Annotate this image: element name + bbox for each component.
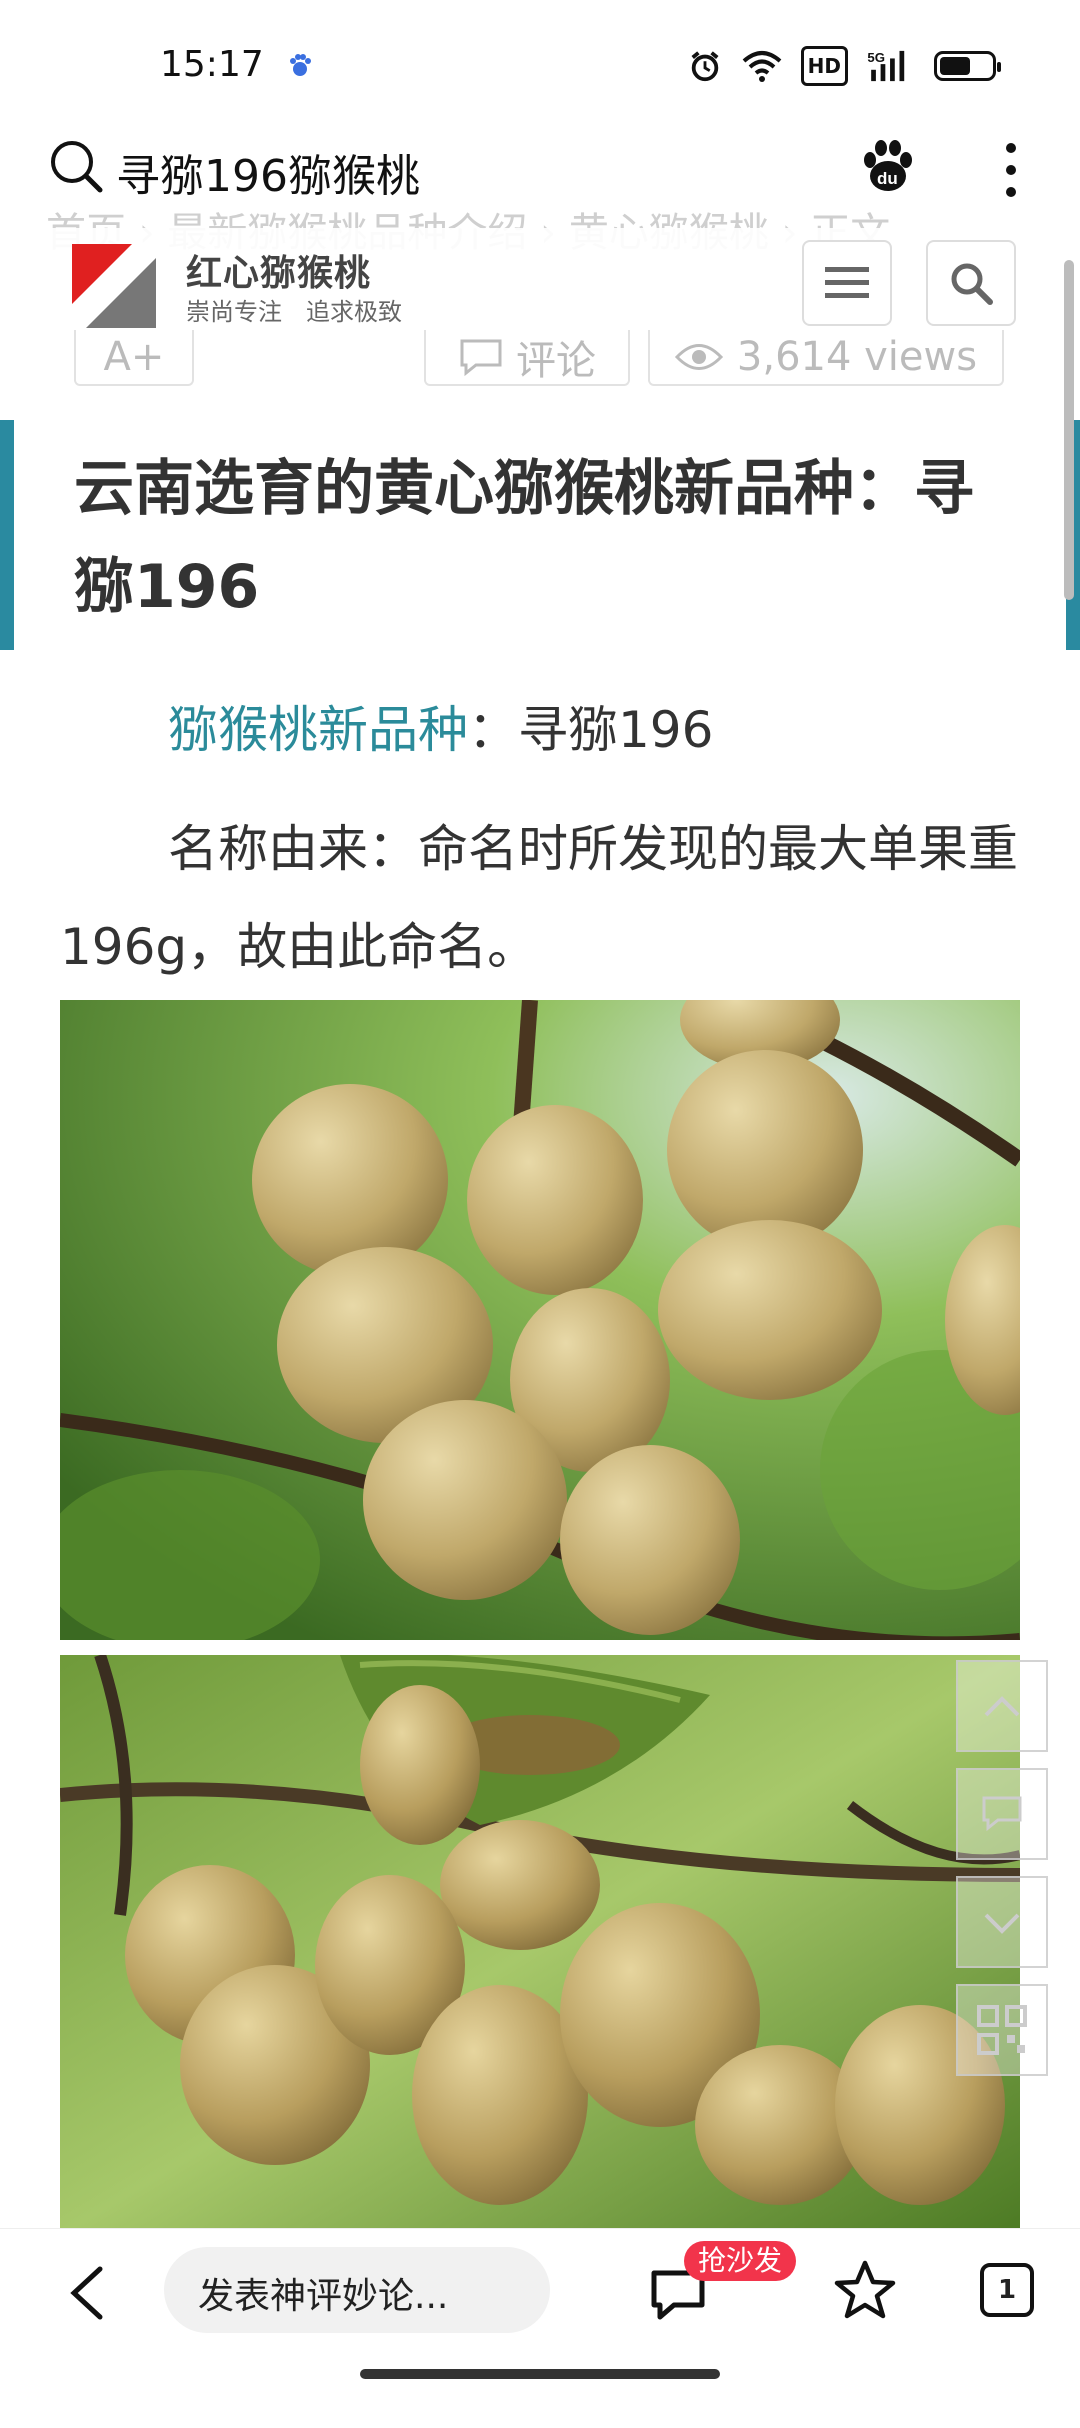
back-icon[interactable] (62, 2263, 112, 2323)
more-vertical-icon[interactable] (994, 140, 1028, 200)
wifi-icon (742, 51, 781, 82)
scroll-bottom-button[interactable] (956, 1876, 1048, 1968)
baidu-paw-icon[interactable]: du (858, 136, 918, 196)
site-search-button[interactable] (926, 240, 1016, 326)
article-paragraph-1: 猕猴桃新品种：寻猕196 (168, 690, 713, 762)
kiwi-photo-2[interactable] (60, 1655, 1020, 2235)
arrow-up-icon (984, 1696, 1020, 1717)
baidu-icon (290, 54, 311, 76)
qrcode-icon (977, 2005, 1027, 2055)
tabs-button[interactable]: 1 (980, 2263, 1034, 2317)
menu-icon (825, 267, 869, 298)
views-count: 3,614 views (648, 330, 1004, 386)
hd-icon: HD (800, 46, 848, 86)
scroll-top-button[interactable] (956, 1660, 1048, 1752)
bottom-nav: 发表神评妙论... 抢沙发 1 (0, 2228, 1080, 2401)
search-query[interactable]: 寻猕196猕猴桃 (116, 140, 420, 204)
arrow-down-icon (984, 1913, 1020, 1934)
article-paragraph-2: 名称由来：命名时所发现的最大单果重196g，故由此命名。 (60, 820, 1018, 976)
comment-placeholder: 发表神评妙论... (198, 2276, 449, 2317)
battery-icon (934, 51, 1001, 81)
signal-icon: 5G (867, 50, 905, 82)
site-slogan: 崇尚专注 追求极致 (186, 298, 402, 326)
page-scrollbar[interactable] (1064, 260, 1074, 600)
comment-badge: 抢沙发 (684, 2241, 797, 2281)
svg-text:du: du (877, 169, 898, 188)
search-icon[interactable] (48, 138, 104, 194)
qrcode-button[interactable] (956, 1984, 1048, 2076)
comment-input[interactable]: 发表神评妙论... (164, 2247, 550, 2333)
comment-icon (982, 1796, 1022, 1832)
site-header: 红心猕猴桃 崇尚专注 追求极致 (0, 228, 1064, 338)
kiwi-image-2 (60, 1655, 1020, 2235)
kiwi-photo-1[interactable] (60, 1000, 1020, 1640)
float-comment-button[interactable] (956, 1768, 1048, 1860)
variety-link[interactable]: 猕猴桃新品种 (168, 701, 468, 759)
home-indicator[interactable] (360, 2369, 720, 2379)
status-time: 15:17 (160, 44, 264, 85)
star-icon[interactable] (834, 2259, 896, 2321)
article-title: 云南选育的黄心猕猴桃新品种：寻猕196 (74, 454, 974, 622)
accent-bar-left (0, 420, 14, 650)
status-icons: HD 5G (687, 46, 1001, 86)
kiwi-image-1 (60, 1000, 1020, 1640)
font-size-button[interactable]: A+ (74, 330, 194, 386)
comment-label: 评论 (516, 338, 596, 384)
search-icon (951, 263, 993, 305)
alarm-icon (691, 51, 719, 82)
network-label: 5G (867, 50, 885, 65)
menu-button[interactable] (802, 240, 892, 326)
paragraph-1-text: ：寻猕196 (468, 701, 714, 759)
article-meta: A+ 评论 3,614 views (0, 330, 1064, 388)
views-label: 3,614 views (736, 334, 978, 380)
comment-icon (460, 339, 502, 377)
site-brand[interactable]: 红心猕猴桃 (186, 244, 371, 296)
site-logo-icon[interactable] (72, 244, 156, 328)
status-bar: 15:17 HD 5G (0, 0, 1080, 120)
eye-icon (674, 344, 723, 370)
battery-fill (940, 57, 970, 75)
comment-link[interactable]: 评论 (424, 330, 630, 386)
